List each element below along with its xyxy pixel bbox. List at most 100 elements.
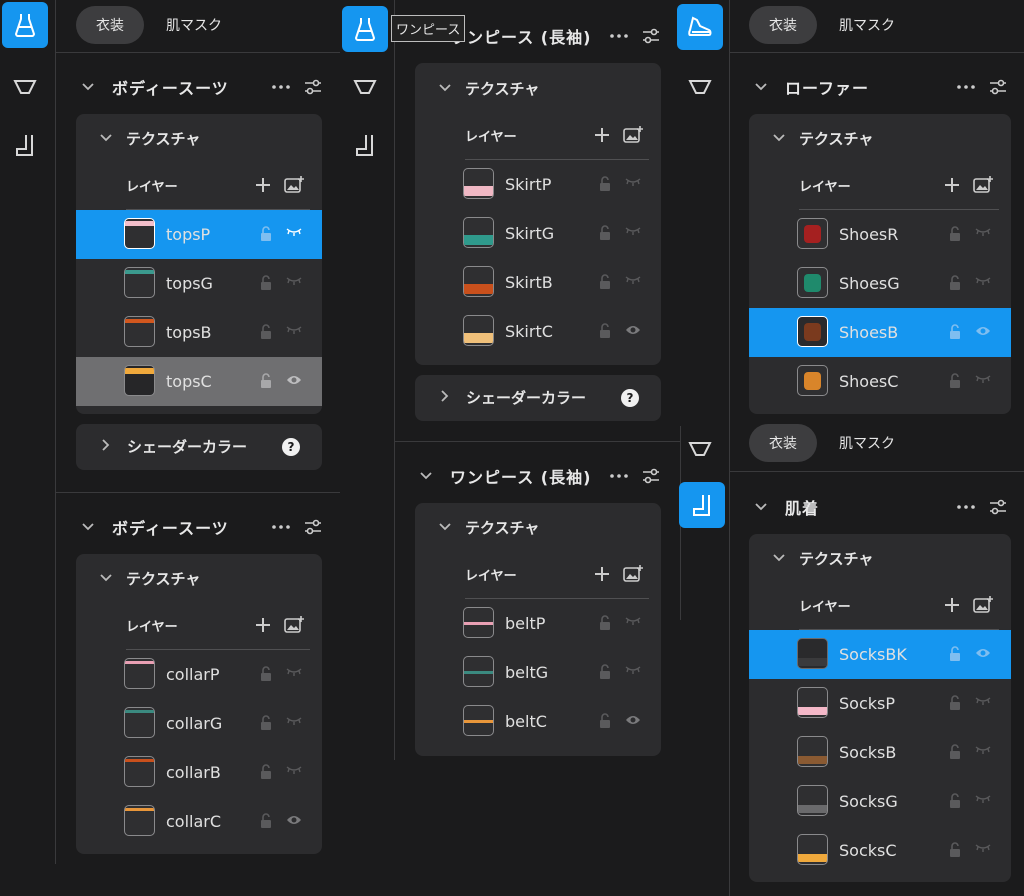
layer-row[interactable]: collarC (76, 797, 322, 846)
eye-closed-icon[interactable] (975, 374, 991, 384)
add-image-icon[interactable] (623, 126, 643, 144)
layer-row[interactable]: collarP (76, 650, 322, 699)
lock-icon[interactable] (260, 324, 272, 339)
underwear-icon[interactable] (677, 426, 723, 472)
layer-row[interactable]: collarB (76, 748, 322, 797)
layer-row[interactable]: SocksP (749, 679, 1011, 728)
help-icon[interactable]: ? (282, 438, 300, 456)
lock-icon[interactable] (949, 744, 961, 759)
sock-icon[interactable] (679, 482, 725, 528)
lock-icon[interactable] (599, 664, 611, 679)
plus-icon[interactable] (256, 618, 270, 632)
eye-closed-icon[interactable] (975, 227, 991, 237)
layer-row[interactable]: ShoesB (749, 308, 1011, 357)
dress-icon[interactable] (2, 2, 48, 48)
texture-header[interactable]: テクスチャ (749, 116, 1011, 160)
underwear-icon[interactable] (342, 64, 388, 110)
lock-icon[interactable] (599, 713, 611, 728)
lock-icon[interactable] (949, 842, 961, 857)
shoe-icon[interactable] (677, 4, 723, 50)
eye-icon[interactable] (975, 325, 991, 337)
texture-header[interactable]: テクスチャ (415, 66, 661, 110)
eye-icon[interactable] (975, 647, 991, 659)
section-header[interactable]: 肌着 (755, 487, 1007, 527)
lock-icon[interactable] (260, 373, 272, 388)
shader-color-row[interactable]: シェーダーカラー ? (415, 375, 661, 421)
eye-closed-icon[interactable] (625, 616, 641, 626)
eye-closed-icon[interactable] (975, 794, 991, 804)
more-icon[interactable] (957, 505, 975, 509)
add-image-icon[interactable] (284, 176, 304, 194)
settings-sliders-icon[interactable] (989, 79, 1007, 95)
texture-header[interactable]: テクスチャ (415, 505, 661, 549)
lock-icon[interactable] (949, 226, 961, 241)
sock-icon[interactable] (2, 122, 48, 168)
sock-icon[interactable] (342, 122, 388, 168)
add-image-icon[interactable] (623, 565, 643, 583)
lock-icon[interactable] (599, 615, 611, 630)
tab-skin-mask[interactable]: 肌マスク (829, 424, 905, 462)
layer-row[interactable]: SocksC (749, 826, 1011, 875)
plus-icon[interactable] (945, 178, 959, 192)
lock-icon[interactable] (260, 715, 272, 730)
eye-closed-icon[interactable] (625, 177, 641, 187)
layer-row[interactable]: ShoesR (749, 210, 1011, 259)
section-header[interactable]: ワンピース (長袖) (420, 456, 660, 496)
texture-header[interactable]: テクスチャ (76, 556, 322, 600)
settings-sliders-icon[interactable] (642, 28, 660, 44)
texture-header[interactable]: テクスチャ (76, 116, 322, 160)
layer-row[interactable]: SocksB (749, 728, 1011, 777)
eye-closed-icon[interactable] (286, 227, 302, 237)
layer-row[interactable]: SkirtC (415, 307, 661, 356)
eye-closed-icon[interactable] (625, 665, 641, 675)
layer-row[interactable]: ShoesC (749, 357, 1011, 406)
eye-icon[interactable] (286, 814, 302, 826)
layer-row[interactable]: SkirtP (415, 160, 661, 209)
settings-sliders-icon[interactable] (642, 468, 660, 484)
layer-row[interactable]: beltC (415, 697, 661, 746)
lock-icon[interactable] (260, 813, 272, 828)
plus-icon[interactable] (256, 178, 270, 192)
eye-closed-icon[interactable] (975, 276, 991, 286)
add-image-icon[interactable] (284, 616, 304, 634)
underwear-icon[interactable] (677, 64, 723, 110)
tab-skin-mask[interactable]: 肌マスク (829, 6, 905, 44)
eye-closed-icon[interactable] (975, 745, 991, 755)
eye-closed-icon[interactable] (975, 843, 991, 853)
layer-row[interactable]: topsB (76, 308, 322, 357)
underwear-icon[interactable] (2, 64, 48, 110)
lock-icon[interactable] (260, 226, 272, 241)
settings-sliders-icon[interactable] (989, 499, 1007, 515)
lock-icon[interactable] (949, 373, 961, 388)
layer-row[interactable]: SocksG (749, 777, 1011, 826)
add-image-icon[interactable] (973, 176, 993, 194)
section-header[interactable]: ボディースーツ (82, 507, 322, 547)
lock-icon[interactable] (949, 793, 961, 808)
layer-row[interactable]: topsG (76, 259, 322, 308)
more-icon[interactable] (272, 85, 290, 89)
more-icon[interactable] (272, 525, 290, 529)
lock-icon[interactable] (599, 274, 611, 289)
tab-costume[interactable]: 衣装 (749, 6, 817, 44)
eye-closed-icon[interactable] (975, 696, 991, 706)
lock-icon[interactable] (260, 275, 272, 290)
help-icon[interactable]: ? (621, 389, 639, 407)
more-icon[interactable] (610, 474, 628, 478)
tab-costume[interactable]: 衣装 (76, 6, 144, 44)
tab-costume[interactable]: 衣装 (749, 424, 817, 462)
texture-header[interactable]: テクスチャ (749, 536, 1011, 580)
section-header[interactable]: ローファー (755, 67, 1007, 107)
layer-row[interactable]: topsP (76, 210, 322, 259)
lock-icon[interactable] (949, 324, 961, 339)
layer-row[interactable]: SkirtB (415, 258, 661, 307)
eye-closed-icon[interactable] (625, 275, 641, 285)
lock-icon[interactable] (599, 225, 611, 240)
section-header[interactable]: ボディースーツ (82, 67, 322, 107)
more-icon[interactable] (957, 85, 975, 89)
tab-skin-mask[interactable]: 肌マスク (156, 6, 232, 44)
plus-icon[interactable] (595, 567, 609, 581)
plus-icon[interactable] (595, 128, 609, 142)
eye-icon[interactable] (286, 374, 302, 386)
layer-row[interactable]: SkirtG (415, 209, 661, 258)
layer-row[interactable]: ShoesG (749, 259, 1011, 308)
